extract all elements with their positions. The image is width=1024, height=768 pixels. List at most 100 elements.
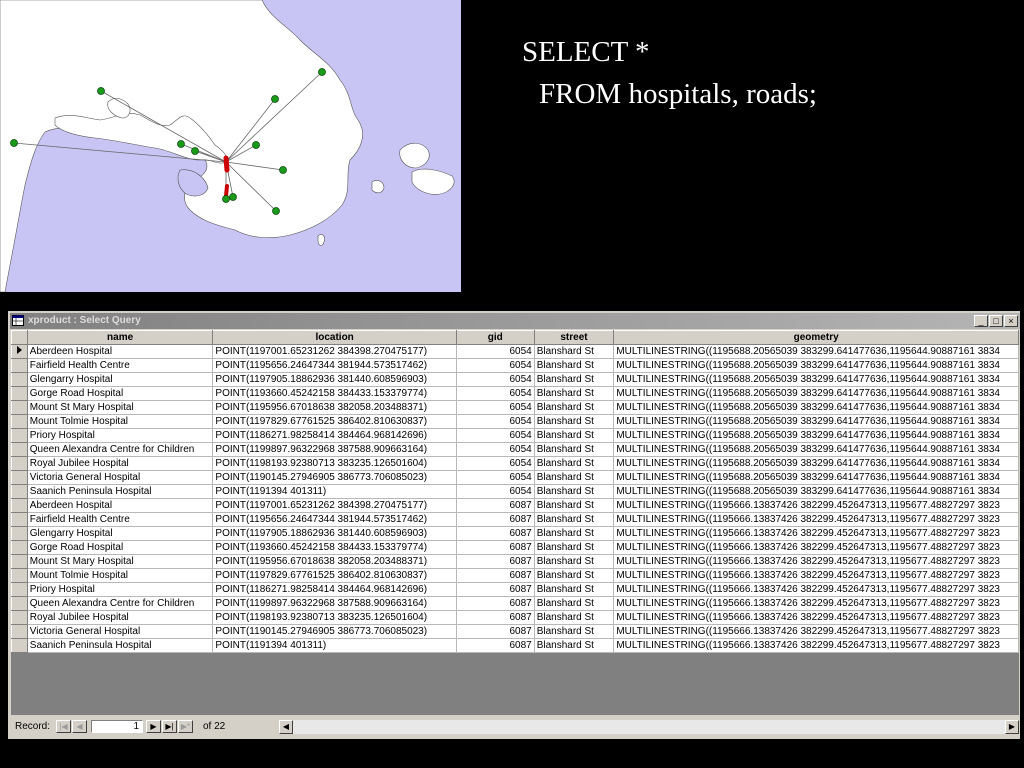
- cell-street[interactable]: Blanshard St: [533, 568, 615, 583]
- cell-geometry[interactable]: MULTILINESTRING((1195688.20565039 383299…: [613, 386, 1019, 401]
- cell-location[interactable]: POINT(1195656.24647344 381944.573517462): [212, 512, 457, 527]
- cell-gid[interactable]: 6054: [455, 372, 535, 387]
- table-row[interactable]: Glengarry Hospital POINT(1197905.18862936…: [11, 526, 1019, 541]
- row-selector[interactable]: [11, 484, 28, 499]
- row-selector[interactable]: [11, 498, 28, 513]
- table-row[interactable]: Aberdeen Hospital POINT(1197001.65231262 …: [11, 344, 1019, 359]
- cell-street[interactable]: Blanshard St: [533, 526, 615, 541]
- row-selector[interactable]: [11, 568, 28, 583]
- cell-street[interactable]: Blanshard St: [533, 358, 615, 373]
- cell-location[interactable]: POINT(1191394 401311): [212, 484, 457, 499]
- cell-gid[interactable]: 6054: [455, 344, 535, 359]
- cell-name[interactable]: Fairfield Health Centre: [26, 358, 214, 373]
- cell-name[interactable]: Priory Hospital: [26, 428, 214, 443]
- cell-street[interactable]: Blanshard St: [533, 582, 615, 597]
- cell-street[interactable]: Blanshard St: [533, 428, 615, 443]
- cell-name[interactable]: Queen Alexandra Centre for Children: [26, 442, 214, 457]
- cell-geometry[interactable]: MULTILINESTRING((1195666.13837426 382299…: [613, 624, 1019, 639]
- cell-geometry[interactable]: MULTILINESTRING((1195688.20565039 383299…: [613, 344, 1019, 359]
- column-header-geometry[interactable]: geometry: [613, 330, 1019, 345]
- last-record-button[interactable]: ▶|: [162, 720, 177, 733]
- cell-location[interactable]: POINT(1197905.18862936 381440.608596903): [212, 526, 457, 541]
- column-header-name[interactable]: name: [26, 330, 214, 345]
- cell-geometry[interactable]: MULTILINESTRING((1195688.20565039 383299…: [613, 400, 1019, 415]
- cell-geometry[interactable]: MULTILINESTRING((1195688.20565039 383299…: [613, 484, 1019, 499]
- row-selector[interactable]: [11, 358, 28, 373]
- row-selector[interactable]: [11, 456, 28, 471]
- column-header-gid[interactable]: gid: [455, 330, 535, 345]
- cell-geometry[interactable]: MULTILINESTRING((1195688.20565039 383299…: [613, 358, 1019, 373]
- row-selector[interactable]: [11, 596, 28, 611]
- cell-geometry[interactable]: MULTILINESTRING((1195666.13837426 382299…: [613, 568, 1019, 583]
- table-row[interactable]: Priory Hospital POINT(1186271.98258414 38…: [11, 582, 1019, 597]
- cell-location[interactable]: POINT(1195956.67018638 382058.203488371): [212, 400, 457, 415]
- cell-location[interactable]: POINT(1197001.65231262 384398.270475177): [212, 498, 457, 513]
- row-selector[interactable]: [11, 414, 28, 429]
- cell-name[interactable]: Priory Hospital: [26, 582, 214, 597]
- cell-street[interactable]: Blanshard St: [533, 372, 615, 387]
- row-selector[interactable]: [11, 442, 28, 457]
- cell-location[interactable]: POINT(1190145.27946905 386773.706085023): [212, 624, 457, 639]
- table-row[interactable]: Glengarry Hospital POINT(1197905.18862936…: [11, 372, 1019, 387]
- table-row[interactable]: Mount St Mary Hospital POINT(1195956.6701…: [11, 554, 1019, 569]
- cell-geometry[interactable]: MULTILINESTRING((1195688.20565039 383299…: [613, 470, 1019, 485]
- cell-gid[interactable]: 6087: [455, 540, 535, 555]
- cell-street[interactable]: Blanshard St: [533, 386, 615, 401]
- cell-street[interactable]: Blanshard St: [533, 442, 615, 457]
- table-row[interactable]: Mount Tolmie Hospital POINT(1197829.67761…: [11, 414, 1019, 429]
- cell-location[interactable]: POINT(1198193.92380713 383235.126501604): [212, 456, 457, 471]
- cell-street[interactable]: Blanshard St: [533, 400, 615, 415]
- table-row[interactable]: Fairfield Health Centre POINT(1195656.246…: [11, 512, 1019, 527]
- cell-gid[interactable]: 6054: [455, 386, 535, 401]
- cell-geometry[interactable]: MULTILINESTRING((1195666.13837426 382299…: [613, 540, 1019, 555]
- table-row[interactable]: Queen Alexandra Centre for Children POINT…: [11, 442, 1019, 457]
- cell-location[interactable]: POINT(1197829.67761525 386402.810630837): [212, 568, 457, 583]
- window-title-bar[interactable]: xproduct : Select Query _ □ ×: [10, 313, 1020, 329]
- table-row[interactable]: Royal Jubilee Hospital POINT(1198193.9238…: [11, 610, 1019, 625]
- cell-gid[interactable]: 6087: [455, 526, 535, 541]
- cell-gid[interactable]: 6054: [455, 414, 535, 429]
- cell-name[interactable]: Queen Alexandra Centre for Children: [26, 596, 214, 611]
- cell-name[interactable]: Aberdeen Hospital: [26, 344, 214, 359]
- cell-geometry[interactable]: MULTILINESTRING((1195666.13837426 382299…: [613, 498, 1019, 513]
- cell-location[interactable]: POINT(1197829.67761525 386402.810630837): [212, 414, 457, 429]
- restore-button[interactable]: □: [989, 315, 1003, 327]
- cell-name[interactable]: Mount St Mary Hospital: [26, 554, 214, 569]
- cell-name[interactable]: Fairfield Health Centre: [26, 512, 214, 527]
- column-header-location[interactable]: location: [212, 330, 457, 345]
- cell-location[interactable]: POINT(1193660.45242158 384433.153379774): [212, 540, 457, 555]
- cell-gid[interactable]: 6087: [455, 582, 535, 597]
- cell-gid[interactable]: 6087: [455, 596, 535, 611]
- column-header-street[interactable]: street: [533, 330, 615, 345]
- cell-geometry[interactable]: MULTILINESTRING((1195688.20565039 383299…: [613, 414, 1019, 429]
- cell-gid[interactable]: 6054: [455, 442, 535, 457]
- cell-name[interactable]: Royal Jubilee Hospital: [26, 610, 214, 625]
- cell-location[interactable]: POINT(1193660.45242158 384433.153379774): [212, 386, 457, 401]
- row-selector[interactable]: [11, 512, 28, 527]
- row-selector[interactable]: [11, 344, 28, 359]
- row-selector[interactable]: [11, 582, 28, 597]
- close-button[interactable]: ×: [1004, 315, 1018, 327]
- table-row[interactable]: Priory Hospital POINT(1186271.98258414 38…: [11, 428, 1019, 443]
- cell-street[interactable]: Blanshard St: [533, 456, 615, 471]
- row-selector[interactable]: [11, 624, 28, 639]
- previous-record-button[interactable]: ◀: [72, 720, 87, 733]
- cell-location[interactable]: POINT(1197001.65231262 384398.270475177): [212, 344, 457, 359]
- table-row[interactable]: Victoria General Hospital POINT(1190145.2…: [11, 624, 1019, 639]
- cell-location[interactable]: POINT(1186271.98258414 384464.968142696): [212, 428, 457, 443]
- cell-street[interactable]: Blanshard St: [533, 554, 615, 569]
- minimize-button[interactable]: _: [974, 315, 988, 327]
- cell-gid[interactable]: 6054: [455, 484, 535, 499]
- scroll-left-button[interactable]: ◀: [279, 720, 293, 734]
- cell-name[interactable]: Mount St Mary Hospital: [26, 400, 214, 415]
- cell-gid[interactable]: 6087: [455, 638, 535, 653]
- scroll-right-button[interactable]: ▶: [1005, 720, 1019, 734]
- cell-street[interactable]: Blanshard St: [533, 414, 615, 429]
- select-query-window[interactable]: xproduct : Select Query _ □ × name locat…: [8, 311, 1020, 739]
- table-row[interactable]: Saanich Peninsula Hospital POINT(1191394 …: [11, 638, 1019, 653]
- cell-street[interactable]: Blanshard St: [533, 484, 615, 499]
- cell-name[interactable]: Mount Tolmie Hospital: [26, 568, 214, 583]
- cell-gid[interactable]: 6087: [455, 512, 535, 527]
- cell-gid[interactable]: 6054: [455, 400, 535, 415]
- cell-gid[interactable]: 6087: [455, 554, 535, 569]
